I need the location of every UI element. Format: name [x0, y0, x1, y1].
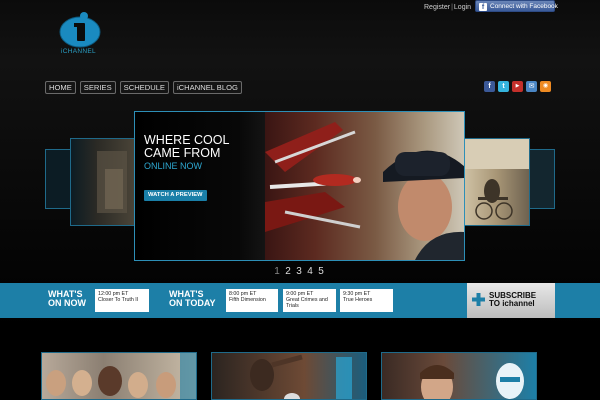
preview-thumbnail-right: [464, 139, 529, 220]
plus-icon: [472, 293, 485, 306]
carousel-pager: 1 2 3 4 5: [273, 266, 325, 277]
nav-home[interactable]: HOME: [45, 81, 76, 94]
hero-subtitle: ONLINE NOW: [144, 161, 203, 171]
whats-on-today-label: WHAT'S ON TODAY: [169, 290, 216, 308]
auth-links: Register|Login: [424, 4, 471, 11]
twitter-icon[interactable]: t: [498, 81, 509, 92]
ichannel-logo[interactable]: iCHANNEL: [58, 12, 102, 58]
carousel-next-panel[interactable]: [463, 138, 530, 226]
social-icons: f t ▶ ✉ ◉: [484, 81, 551, 92]
nav-schedule[interactable]: SCHEDULE: [119, 81, 169, 94]
today-slot-title: True Heroes: [343, 297, 373, 303]
logo-text: iCHANNEL: [61, 48, 96, 55]
facebook-connect-button[interactable]: f Connect with Facebook: [475, 0, 558, 12]
auth-separator: |: [451, 4, 453, 11]
rss-icon[interactable]: ◉: [540, 81, 551, 92]
logo-mark-icon: [59, 12, 101, 48]
pager-item-3[interactable]: 3: [295, 266, 303, 277]
main-nav: HOME SERIES SCHEDULE iCHANNEL BLOG: [45, 81, 242, 94]
series-thumbnail-1[interactable]: [41, 352, 197, 400]
pager-item-4[interactable]: 4: [306, 266, 314, 277]
preview-thumbnail-left: [97, 151, 127, 213]
login-link[interactable]: Login: [454, 4, 471, 11]
today-slot[interactable]: 9:30 pm ET True Heroes: [340, 289, 393, 312]
nav-series[interactable]: SERIES: [79, 81, 116, 94]
series-thumbnail-2[interactable]: [211, 352, 367, 400]
facebook-connect-label: Connect with Facebook: [490, 3, 558, 10]
today-slot[interactable]: 8:00 pm ET Fifth Dimension: [226, 289, 278, 312]
pager-item-5[interactable]: 5: [317, 266, 325, 277]
dancer-illustration: [250, 354, 352, 399]
hero-text-panel: WHERE COOL CAME FROM ONLINE NOW WATCH A …: [135, 112, 265, 260]
portraits-illustration: [46, 353, 196, 399]
series-thumbnail-3[interactable]: [381, 352, 537, 400]
now-slot-title: Closer To Truth II: [98, 297, 139, 303]
whats-on-now-label: WHAT'S ON NOW: [48, 290, 86, 308]
today-slot[interactable]: 9:00 pm ET Great Crimes and Trials: [283, 289, 336, 312]
nav-blog[interactable]: iCHANNEL BLOG: [173, 81, 242, 94]
pager-item-1[interactable]: 1: [273, 266, 281, 277]
today-slot-title: Fifth Dimension: [229, 297, 266, 303]
host-illustration: [420, 363, 524, 399]
subscribe-line-2: TO ichannel: [489, 299, 535, 308]
subscribe-label: SUBSCRIBE TO ichannel: [489, 292, 536, 308]
now-slot[interactable]: 12:00 pm ET Closer To Truth II: [95, 289, 149, 312]
hero-image: [265, 112, 464, 260]
email-icon[interactable]: ✉: [526, 81, 537, 92]
pager-item-2[interactable]: 2: [284, 266, 292, 277]
youtube-icon[interactable]: ▶: [512, 81, 523, 92]
now-label-line-2: ON NOW: [48, 298, 86, 308]
hero-title: WHERE COOL CAME FROM: [144, 133, 229, 160]
today-slot-title: Great Crimes and Trials: [286, 297, 328, 309]
facebook-icon: f: [479, 3, 487, 11]
hero-slide[interactable]: WHERE COOL CAME FROM ONLINE NOW WATCH A …: [134, 111, 465, 261]
watch-preview-button[interactable]: WATCH A PREVIEW: [144, 190, 207, 201]
today-label-line-2: ON TODAY: [169, 298, 216, 308]
register-link[interactable]: Register: [424, 4, 450, 11]
facebook-icon[interactable]: f: [484, 81, 495, 92]
carousel-prev-panel[interactable]: [70, 138, 136, 226]
hero-photo-illustration: [265, 122, 464, 260]
subscribe-button[interactable]: SUBSCRIBE TO ichannel: [467, 283, 555, 318]
page: iCHANNEL Register|Login f Connect with Fa…: [0, 0, 600, 400]
schedule-band: WHAT'S ON NOW 12:00 pm ET Closer To Trut…: [0, 283, 600, 318]
